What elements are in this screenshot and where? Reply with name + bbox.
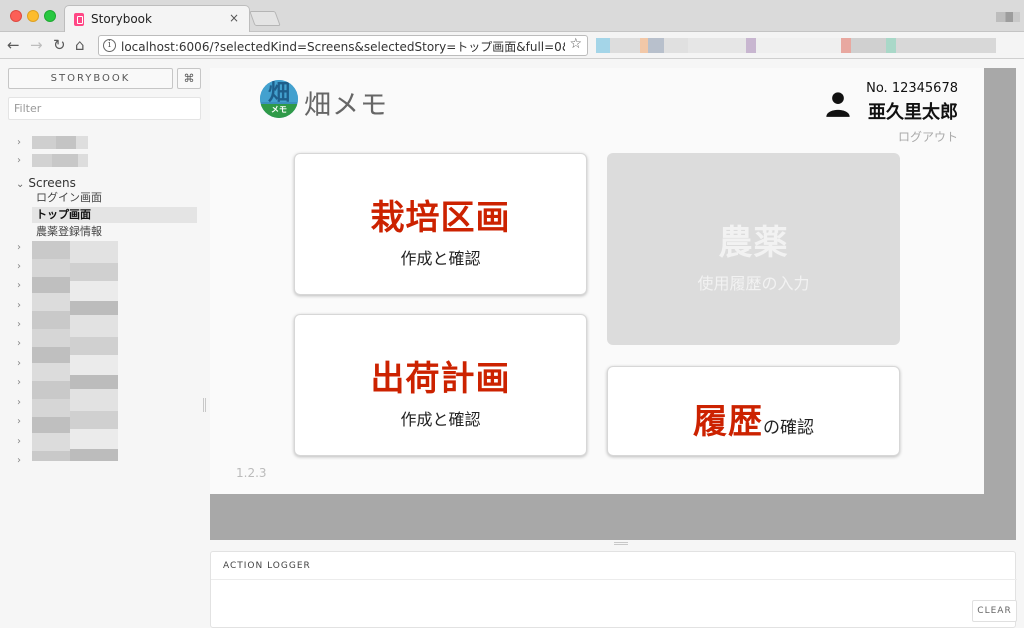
chevron-right-icon[interactable]: › [17, 436, 21, 447]
card-subtitle: 作成と確認 [400, 410, 481, 429]
card-subtitle: 作成と確認 [400, 249, 481, 268]
sidebar-kind-screens[interactable]: ⌄ Screens [16, 172, 76, 191]
reload-icon[interactable]: ↻ [53, 36, 66, 54]
chevron-right-icon[interactable]: › [17, 358, 21, 369]
chevron-right-icon[interactable]: › [17, 300, 21, 311]
window-close-button[interactable] [10, 10, 22, 22]
card-subtitle: 使用履歴の入力 [697, 274, 810, 293]
user-icon [826, 92, 850, 117]
url-text[interactable]: localhost:6006/?selectedKind=Screens&sel… [121, 38, 565, 55]
tab-action-logger[interactable]: ACTION LOGGER [223, 561, 311, 571]
chevron-right-icon[interactable]: › [17, 319, 21, 330]
card-title: 履歴 [693, 402, 763, 442]
window-maximize-button[interactable] [44, 10, 56, 22]
kind-label: Screens [28, 176, 76, 190]
plots-card-button[interactable]: 栽培区画 作成と確認 [294, 153, 587, 295]
tab-title: Storybook [91, 12, 152, 26]
story-top-screen[interactable]: トップ画面 [32, 207, 197, 223]
chevron-right-icon[interactable]: › [17, 137, 21, 148]
storybook-sidebar: STORYBOOK ⌘ › › ⌄Screens ログイン画面 トップ画面 農薬… [0, 60, 207, 628]
logo-sub: メモ [271, 105, 287, 114]
browser-toolbar: ← → ↻ ⌂ i localhost:6006/?selectedKind=S… [0, 32, 1024, 59]
back-arrow-icon[interactable]: ← [7, 36, 20, 54]
browser-window: Storybook × ← → ↻ ⌂ i localhost:6006/?se… [0, 0, 1024, 628]
blurred-kind[interactable] [32, 136, 88, 149]
card-subtitle: の確認 [763, 418, 814, 438]
blurred-kind-list [70, 241, 118, 461]
shipping-plan-card-button[interactable]: 出荷計画 作成と確認 [294, 314, 587, 456]
app-logo: 畑 メモ [260, 80, 298, 118]
chevron-right-icon[interactable]: › [17, 416, 21, 427]
new-tab-button[interactable] [249, 11, 281, 26]
storybook-brand-button[interactable]: STORYBOOK [8, 68, 173, 89]
pesticide-card-button-disabled: 農薬 使用履歴の入力 [607, 153, 900, 345]
user-number: No. 12345678 [866, 81, 958, 96]
chevron-down-icon: ⌄ [16, 179, 25, 190]
info-icon[interactable]: i [103, 39, 116, 52]
chevron-right-icon[interactable]: › [17, 242, 21, 253]
chevron-right-icon[interactable]: › [17, 261, 21, 272]
window-minimize-button[interactable] [27, 10, 39, 22]
bookmark-star-icon[interactable]: ☆ [569, 36, 582, 52]
storybook-favicon-icon [74, 13, 84, 26]
blurred-kind[interactable] [32, 154, 88, 167]
chevron-right-icon[interactable]: › [17, 338, 21, 349]
home-icon[interactable]: ⌂ [75, 36, 85, 54]
title-bar: Storybook × [0, 0, 1024, 32]
user-name: 亜久里太郎 [868, 102, 958, 123]
app-version: 1.2.3 [236, 466, 267, 480]
blurred-bookmarks-bar [596, 38, 996, 53]
chevron-right-icon[interactable]: › [17, 455, 21, 466]
tab-close-icon[interactable]: × [229, 11, 239, 25]
history-card-button[interactable]: 履歴の確認 [607, 366, 900, 456]
story-pesticide-info[interactable]: 農薬登録情報 [32, 224, 197, 240]
story-preview: 畑 メモ 畑メモ No. 12345678 亜久里太郎 ログアウト 栽培区画 作… [210, 68, 984, 494]
profile-avatar[interactable] [996, 12, 1020, 22]
story-login-screen[interactable]: ログイン画面 [32, 190, 197, 206]
panel-divider [211, 579, 1017, 580]
address-bar[interactable]: i localhost:6006/?selectedKind=Screens&s… [98, 35, 588, 56]
card-title: 栽培区画 [370, 198, 511, 238]
chevron-right-icon[interactable]: › [17, 155, 21, 166]
filter-input[interactable] [8, 97, 201, 120]
shortcuts-button[interactable]: ⌘ [177, 68, 201, 89]
addon-panel: ACTION LOGGER CLEAR [210, 551, 1017, 628]
browser-tab[interactable]: Storybook × [64, 5, 250, 32]
logout-link[interactable]: ログアウト [898, 128, 958, 145]
panel-resize-handle[interactable] [614, 542, 628, 545]
chevron-right-icon[interactable]: › [17, 397, 21, 408]
app-name: 畑メモ [304, 90, 388, 121]
logo-char: 畑 [267, 81, 290, 106]
chevron-right-icon[interactable]: › [17, 280, 21, 291]
card-title: 出荷計画 [370, 359, 511, 399]
card-line: 履歴の確認 [608, 394, 899, 443]
card-title: 農薬 [718, 223, 789, 263]
sidebar-resize-handle[interactable] [203, 398, 206, 412]
chevron-right-icon[interactable]: › [17, 377, 21, 388]
forward-arrow-icon[interactable]: → [30, 36, 43, 54]
clear-button[interactable]: CLEAR [972, 600, 1017, 622]
